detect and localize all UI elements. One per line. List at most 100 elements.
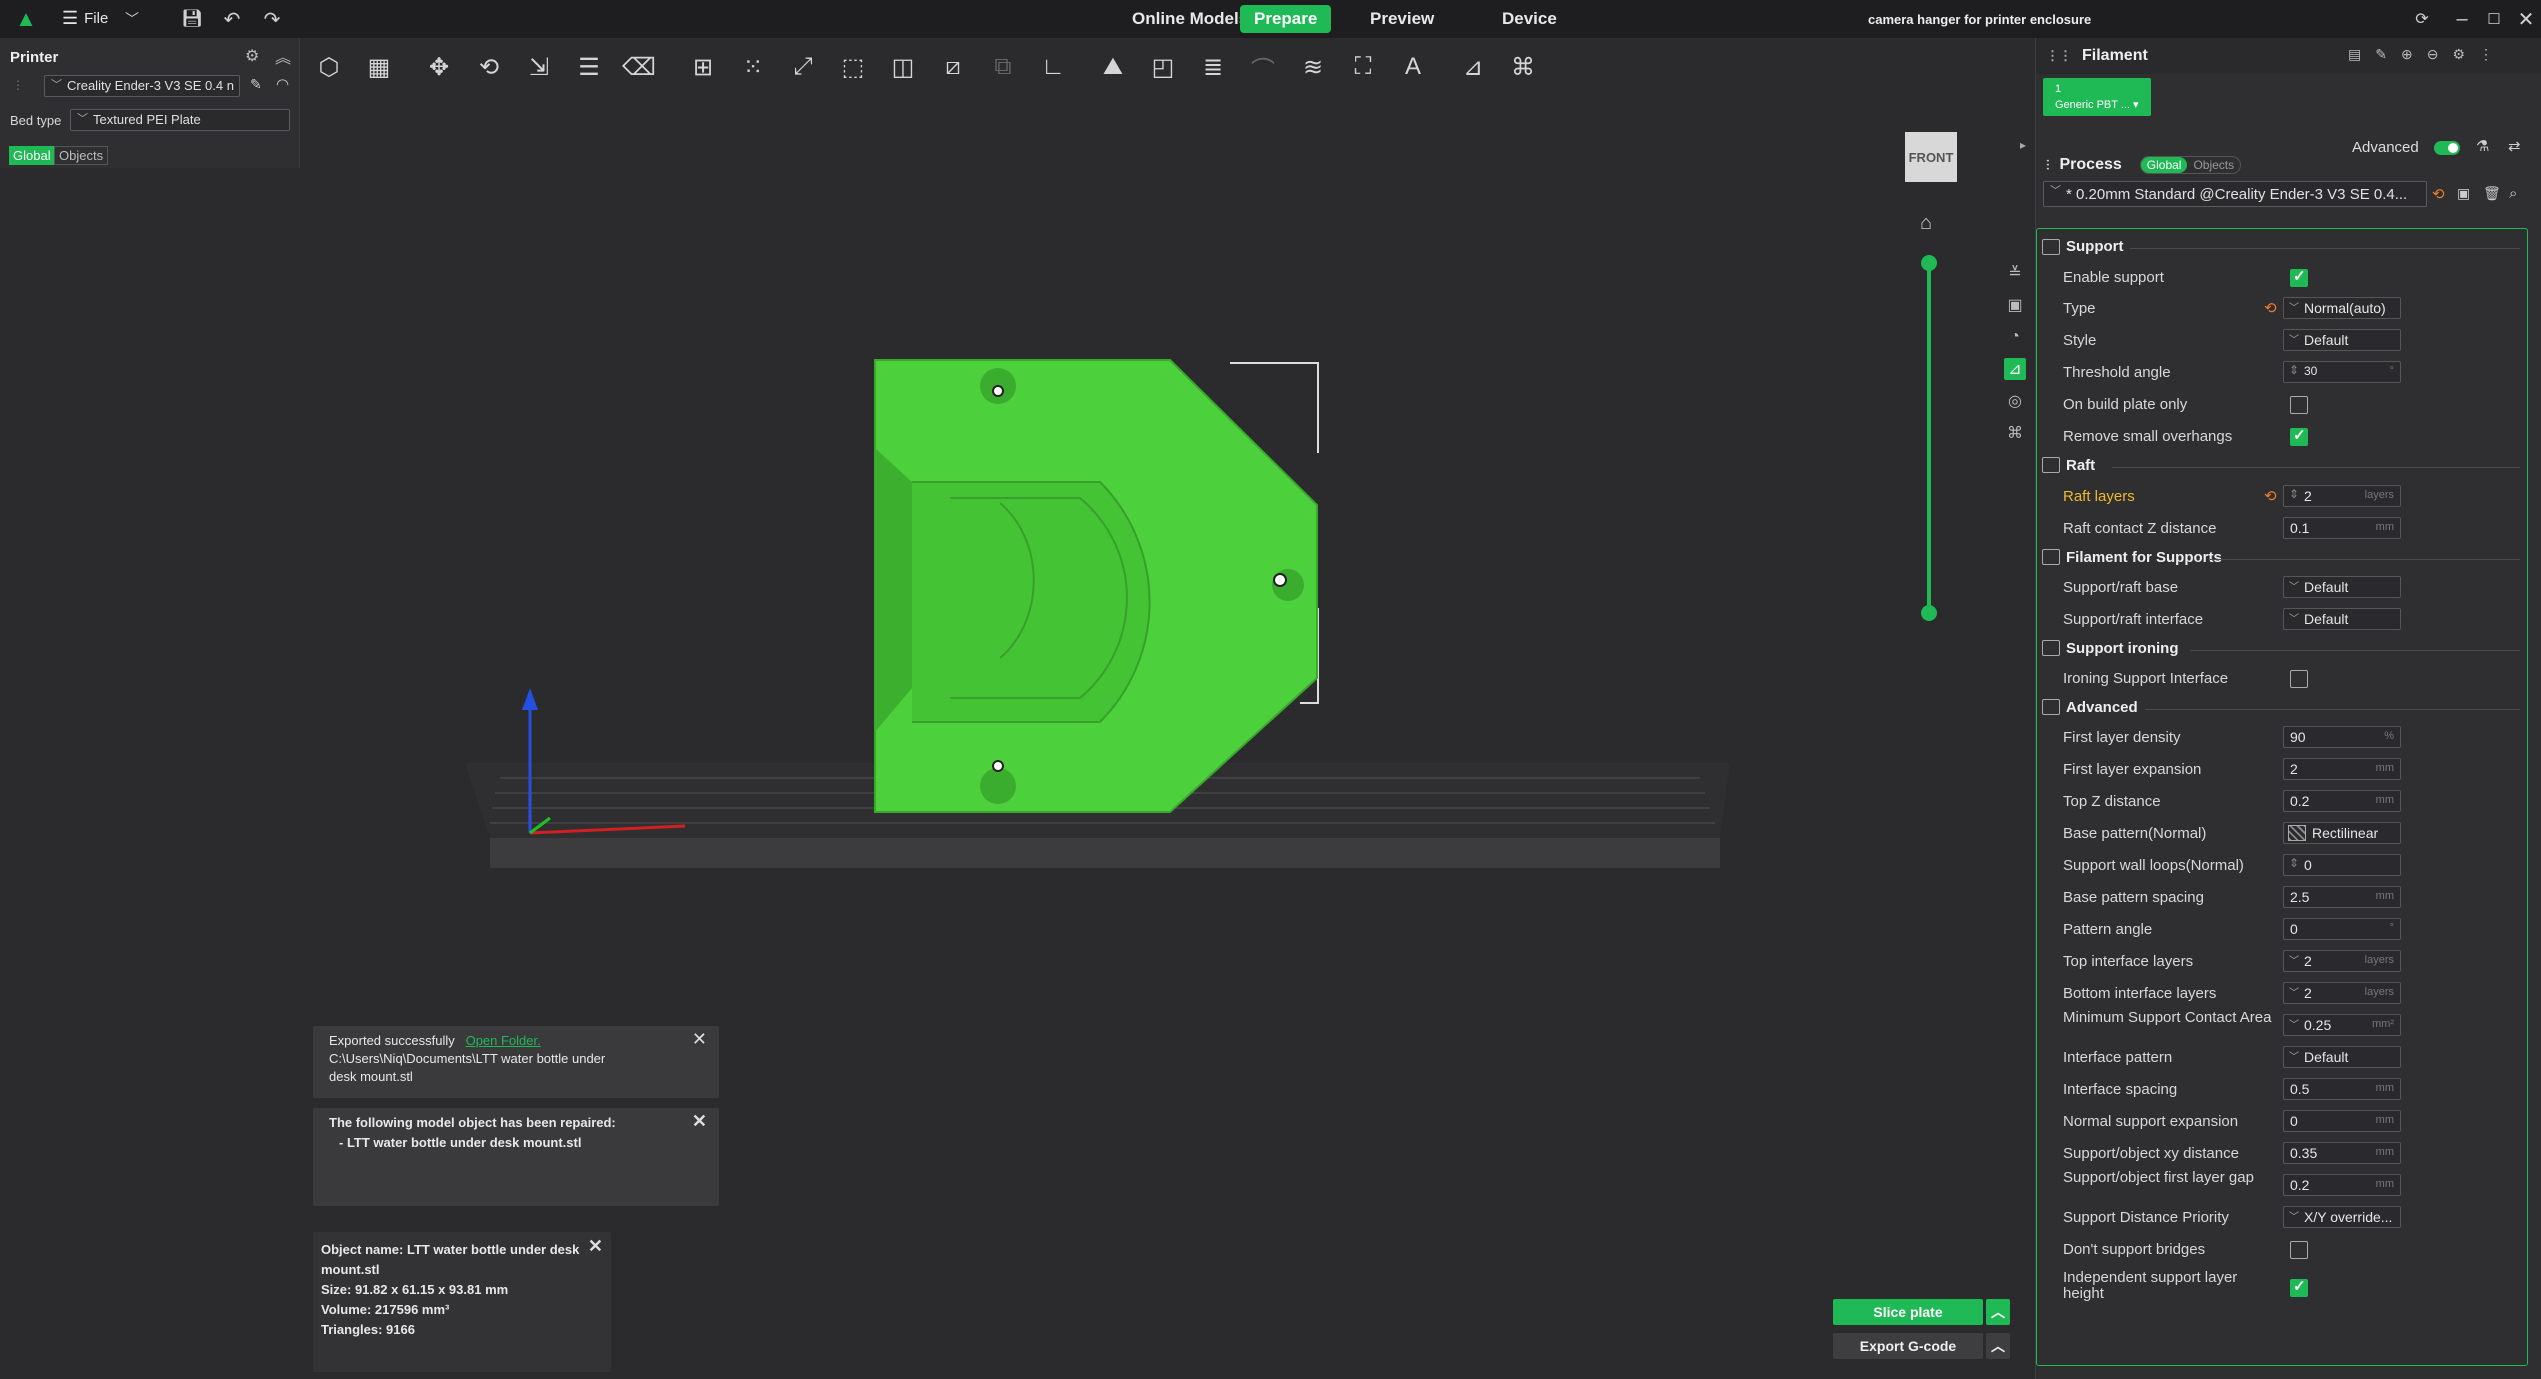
remove-small-overhangs-checkbox[interactable] [2290,426,2308,446]
fuzzy-skin-icon[interactable]: ≋ [1294,48,1332,86]
minimize-icon[interactable]: – [2448,5,2476,33]
dont-support-bridges-checkbox[interactable] [2290,1241,2308,1259]
process-global-toggle[interactable]: Global [2140,157,2188,173]
wifi-icon[interactable]: ◠ [276,75,289,93]
undo-icon[interactable]: ↶ [218,5,246,33]
top-z-distance-input[interactable]: 0.2 mm [2283,790,2401,812]
enable-support-checkbox[interactable] [2290,267,2308,287]
filament-more-icon[interactable]: ⋮ [2479,46,2493,63]
save-profile-icon[interactable]: ▣ [2457,185,2470,202]
remove-filament-icon[interactable]: ⊖ [2427,46,2439,63]
support-base-filament-select[interactable]: Default [2283,576,2401,598]
auto-orient-icon[interactable]: ⟲ [470,48,508,86]
toggle-objects[interactable]: Objects [54,146,109,165]
view-cube[interactable]: FRONT [1905,132,1957,182]
raft-layers-input[interactable]: 2layers [2283,485,2401,507]
reset-icon[interactable]: ⟲ [2432,185,2445,203]
sync-icon[interactable]: ⟳ [2408,5,2436,33]
xy-distance-input[interactable]: 0.35 mm [2283,1142,2401,1164]
printer-select[interactable]: Creality Ender-3 V3 SE 0.4 n [44,75,240,97]
multimaterial-icon[interactable]: ◎ [2004,390,2026,412]
quality-icon[interactable]: ≚ [2004,262,2026,284]
reset-icon[interactable]: ⟲ [2264,487,2277,505]
add-object-icon[interactable]: ⬡ [310,48,348,86]
brim-icon[interactable]: ⌒ [1244,48,1282,86]
support-tab-icon[interactable]: ⊿ [2004,358,2026,380]
first-layer-expansion-input[interactable]: 2 mm [2283,758,2401,780]
build-plate-only-checkbox[interactable] [2290,396,2308,414]
distance-priority-select[interactable]: X/Y override... [2283,1206,2401,1228]
support-interface-filament-select[interactable]: Default [2283,608,2401,630]
chevron-down-icon[interactable]: ﹀ [118,5,146,33]
erase-icon[interactable]: ⌫ [620,48,658,86]
slice-dropdown-icon[interactable]: ︿ [1986,1299,2010,1325]
add-filament-icon[interactable]: ⊕ [2401,46,2413,63]
threshold-angle-input[interactable]: 30° [2283,361,2401,383]
support-wall-loops-input[interactable]: 0 [2283,854,2401,876]
collapse-icon[interactable]: ︽ [275,44,291,68]
reset-icon[interactable]: ⟲ [2264,299,2277,317]
raft-z-distance-input[interactable]: 0.1 mm [2283,517,2401,539]
filament-slot-1[interactable]: 1 Generic PBT ... ▾ [2043,78,2151,116]
close-icon[interactable]: ✕ [2512,5,2540,33]
bed-type-select[interactable]: Textured PEI Plate [70,109,290,131]
slice-plate-button[interactable]: Slice plate [1833,1299,1983,1325]
speed-icon[interactable]: ◔ [2004,326,2026,348]
orient-icon[interactable]: ✥ [420,48,458,86]
seam-icon[interactable]: ◰ [1144,48,1182,86]
pattern-angle-input[interactable]: 0 ° [2283,918,2401,940]
measure-icon[interactable]: ∟ [1034,48,1072,86]
rotate-icon[interactable]: ⬚ [834,48,872,86]
tab-device[interactable]: Device [1488,5,1571,33]
tab-prepare[interactable]: Prepare [1240,5,1332,33]
close-icon[interactable]: ✕ [692,1030,707,1048]
strength-icon[interactable]: ▣ [2004,294,2026,316]
advanced-toggle[interactable] [2434,141,2460,155]
toggle-global[interactable]: Global [9,146,55,165]
split-icon[interactable]: ☰ [570,48,608,86]
top-interface-layers-select[interactable]: 2layers [2283,950,2401,972]
collapse-panel-icon[interactable]: ▸ [2020,138,2026,152]
close-icon[interactable]: ✕ [588,1236,603,1256]
redo-icon[interactable]: ↷ [258,5,286,33]
boolean-icon[interactable]: ⧉ [984,48,1022,86]
gear-icon[interactable]: ⚙ [245,46,259,66]
cut-icon[interactable]: ⧄ [934,48,972,86]
maximize-icon[interactable]: ☐ [2480,5,2508,33]
edit-icon[interactable]: ✎ [250,76,262,93]
interface-spacing-input[interactable]: 0.5 mm [2283,1078,2401,1100]
filament-settings-icon[interactable]: ▤ [2348,46,2361,63]
compare-icon[interactable]: ⚗ [2476,137,2489,155]
process-objects-toggle[interactable]: Objects [2187,157,2240,173]
auto-arrange-icon[interactable]: ⇲ [520,48,558,86]
open-folder-link[interactable]: Open Folder. [466,1033,541,1048]
first-layer-gap-input[interactable]: 0.2 mm [2283,1174,2401,1196]
layers-icon[interactable]: ≣ [1194,48,1232,86]
home-icon[interactable]: ⌂ [1920,212,1932,235]
first-layer-density-input[interactable]: 90% [2283,726,2401,748]
cube-icon[interactable]: ◫ [884,48,922,86]
ironing-interface-checkbox[interactable] [2290,670,2308,688]
3d-viewport[interactable]: FRONT ⌂ ▸ Exported successfully Open Fol… [300,98,2035,1379]
arrange-icon[interactable]: ⁙ [734,48,772,86]
grid-icon[interactable]: ⊞ [684,48,722,86]
tab-preview[interactable]: Preview [1356,5,1448,33]
calibration-icon[interactable]: ⌘ [1504,48,1542,86]
support-paint-icon[interactable]: ⛰ [1094,48,1132,86]
scale-icon[interactable]: ⤢ [784,48,822,86]
filament-edit-icon[interactable]: ✎ [2375,46,2387,63]
export-gcode-button[interactable]: Export G-code [1833,1333,1983,1359]
type-select[interactable]: Normal(auto) [2283,297,2401,319]
layer-slider-top-handle[interactable] [1921,255,1937,271]
save-icon[interactable]: 💾︎ [178,5,206,33]
text-icon[interactable]: A [1394,48,1432,86]
interface-pattern-select[interactable]: Default [2283,1046,2401,1068]
variable-layer-icon[interactable]: ⊿ [1454,48,1492,86]
base-pattern-select[interactable]: Rectilinear [2283,822,2401,844]
swap-icon[interactable]: ⇄ [2508,137,2521,155]
file-menu[interactable]: ☰ File [62,8,108,29]
base-pattern-spacing-input[interactable]: 2.5 mm [2283,886,2401,908]
process-profile-select[interactable]: * 0.20mm Standard @Creality Ender-3 V3 S… [2043,181,2427,207]
min-contact-area-select[interactable]: 0.25mm² [2283,1014,2401,1036]
others-icon[interactable]: ⌘ [2004,422,2026,444]
